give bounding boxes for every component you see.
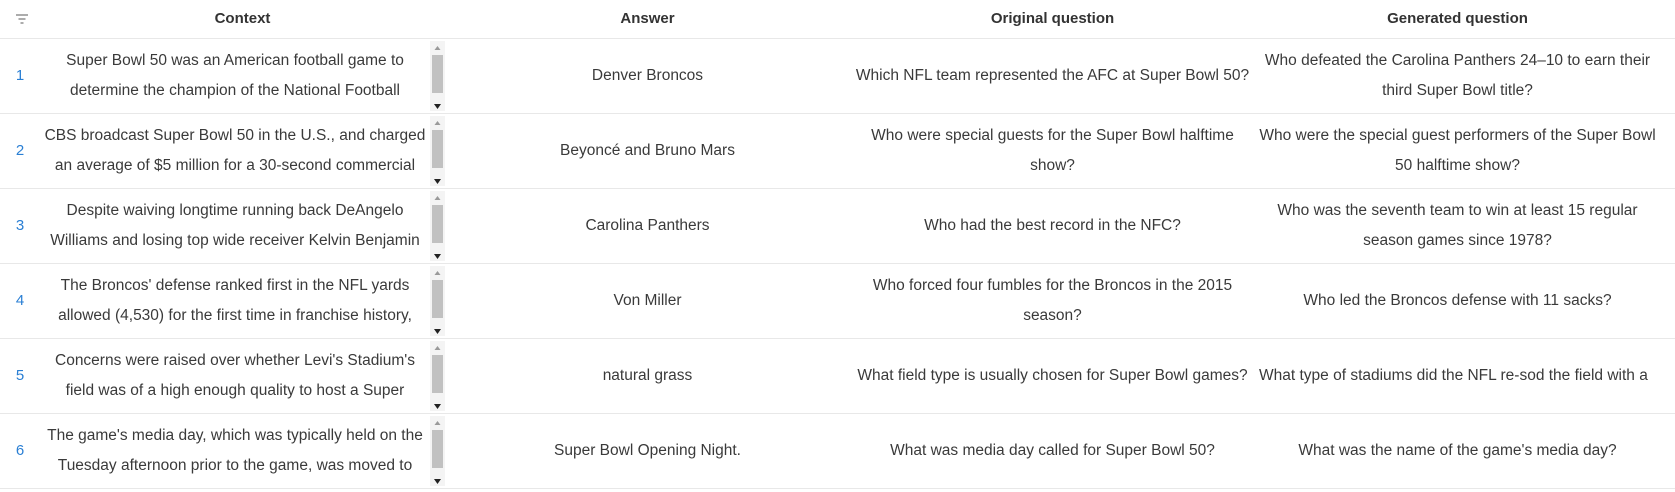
scrollbar-thumb[interactable] bbox=[432, 205, 443, 243]
scroll-up-arrow-icon[interactable] bbox=[430, 116, 445, 128]
generated-question-cell: Who were the special guest performers of… bbox=[1259, 127, 1656, 174]
original-question-cell: Which NFL team represented the AFC at Su… bbox=[855, 67, 1250, 84]
context-scrollbar[interactable] bbox=[430, 41, 445, 111]
filter-icon[interactable] bbox=[12, 11, 32, 27]
context-scrollbar[interactable] bbox=[430, 116, 445, 186]
context-text: Concerns were raised over whether Levi's… bbox=[55, 352, 415, 399]
generated-question-cell: What was the name of the game's media da… bbox=[1298, 442, 1617, 459]
answer-cell: Beyoncé and Bruno Mars bbox=[560, 142, 735, 159]
row-index: 6 bbox=[15, 442, 25, 459]
context-scrollbar[interactable] bbox=[430, 416, 445, 486]
scroll-up-arrow-icon[interactable] bbox=[430, 41, 445, 53]
table-row: 2 CBS broadcast Super Bowl 50 in the U.S… bbox=[0, 114, 1675, 189]
scroll-down-arrow-icon[interactable] bbox=[430, 249, 445, 261]
context-text: Super Bowl 50 was an American football g… bbox=[66, 52, 404, 99]
column-header-answer[interactable]: Answer bbox=[455, 0, 840, 38]
generated-question-cell: Who defeated the Carolina Panthers 24–10… bbox=[1264, 52, 1651, 99]
row-index: 3 bbox=[15, 217, 25, 234]
context-text: CBS broadcast Super Bowl 50 in the U.S.,… bbox=[44, 127, 426, 174]
context-scrollbar[interactable] bbox=[430, 191, 445, 261]
table-row: 4 The Broncos' defense ranked first in t… bbox=[0, 264, 1675, 339]
table-row: 5 Concerns were raised over whether Levi… bbox=[0, 339, 1675, 414]
scroll-down-arrow-icon[interactable] bbox=[430, 399, 445, 411]
context-cell[interactable]: CBS broadcast Super Bowl 50 in the U.S.,… bbox=[40, 121, 430, 181]
scrollbar-thumb[interactable] bbox=[432, 130, 443, 168]
scroll-up-arrow-icon[interactable] bbox=[430, 266, 445, 278]
context-text: The Broncos' defense ranked first in the… bbox=[58, 277, 412, 324]
scrollbar-thumb[interactable] bbox=[432, 355, 443, 393]
answer-cell: Carolina Panthers bbox=[585, 217, 710, 234]
scroll-down-arrow-icon[interactable] bbox=[430, 324, 445, 336]
scroll-down-arrow-icon[interactable] bbox=[430, 174, 445, 186]
original-question-cell: Who forced four fumbles for the Broncos … bbox=[872, 277, 1233, 324]
context-text: The game's media day, which was typicall… bbox=[47, 427, 423, 474]
generated-question-cell: What type of stadiums did the NFL re-sod… bbox=[1259, 367, 1648, 384]
context-cell[interactable]: The game's media day, which was typicall… bbox=[40, 421, 430, 481]
generated-question-cell: Who led the Broncos defense with 11 sack… bbox=[1303, 292, 1612, 309]
answer-cell: natural grass bbox=[602, 367, 693, 384]
original-question-cell: What field type is usually chosen for Su… bbox=[857, 367, 1248, 384]
scroll-up-arrow-icon[interactable] bbox=[430, 416, 445, 428]
table-row: 1 Super Bowl 50 was an American football… bbox=[0, 39, 1675, 114]
scroll-up-arrow-icon[interactable] bbox=[430, 341, 445, 353]
scroll-down-arrow-icon[interactable] bbox=[430, 99, 445, 111]
row-index: 4 bbox=[15, 292, 25, 309]
scrollbar-thumb[interactable] bbox=[432, 430, 443, 468]
table-body: 1 Super Bowl 50 was an American football… bbox=[0, 39, 1675, 489]
scroll-up-arrow-icon[interactable] bbox=[430, 191, 445, 203]
context-cell[interactable]: The Broncos' defense ranked first in the… bbox=[40, 271, 430, 331]
context-cell[interactable]: Despite waiving longtime running back De… bbox=[40, 196, 430, 256]
scroll-down-arrow-icon[interactable] bbox=[430, 474, 445, 486]
table-header: Context Answer Original question Generat… bbox=[0, 0, 1675, 39]
data-table: Context Answer Original question Generat… bbox=[0, 0, 1675, 489]
scrollbar-thumb[interactable] bbox=[432, 55, 443, 93]
context-text: Despite waiving longtime running back De… bbox=[50, 202, 420, 249]
row-index: 2 bbox=[15, 142, 25, 159]
generated-question-cell: Who was the seventh team to win at least… bbox=[1277, 202, 1638, 249]
original-question-cell: Who were special guests for the Super Bo… bbox=[871, 127, 1234, 174]
row-index: 5 bbox=[15, 367, 25, 384]
row-index: 1 bbox=[15, 67, 25, 84]
context-scrollbar[interactable] bbox=[430, 341, 445, 411]
context-cell[interactable]: Super Bowl 50 was an American football g… bbox=[40, 46, 430, 106]
answer-cell: Denver Broncos bbox=[591, 67, 704, 84]
answer-cell: Von Miller bbox=[613, 292, 682, 309]
answer-cell: Super Bowl Opening Night. bbox=[554, 442, 741, 459]
table-row: 3 Despite waiving longtime running back … bbox=[0, 189, 1675, 264]
column-header-context[interactable]: Context bbox=[30, 0, 455, 38]
table-row: 6 The game's media day, which was typica… bbox=[0, 414, 1675, 489]
original-question-cell: Who had the best record in the NFC? bbox=[924, 217, 1181, 234]
scrollbar-thumb[interactable] bbox=[432, 280, 443, 318]
column-header-generated-question[interactable]: Generated question bbox=[1255, 0, 1660, 38]
context-scrollbar[interactable] bbox=[430, 266, 445, 336]
context-cell[interactable]: Concerns were raised over whether Levi's… bbox=[40, 346, 430, 406]
column-header-original-question[interactable]: Original question bbox=[850, 0, 1255, 38]
original-question-cell: What was media day called for Super Bowl… bbox=[890, 442, 1215, 459]
